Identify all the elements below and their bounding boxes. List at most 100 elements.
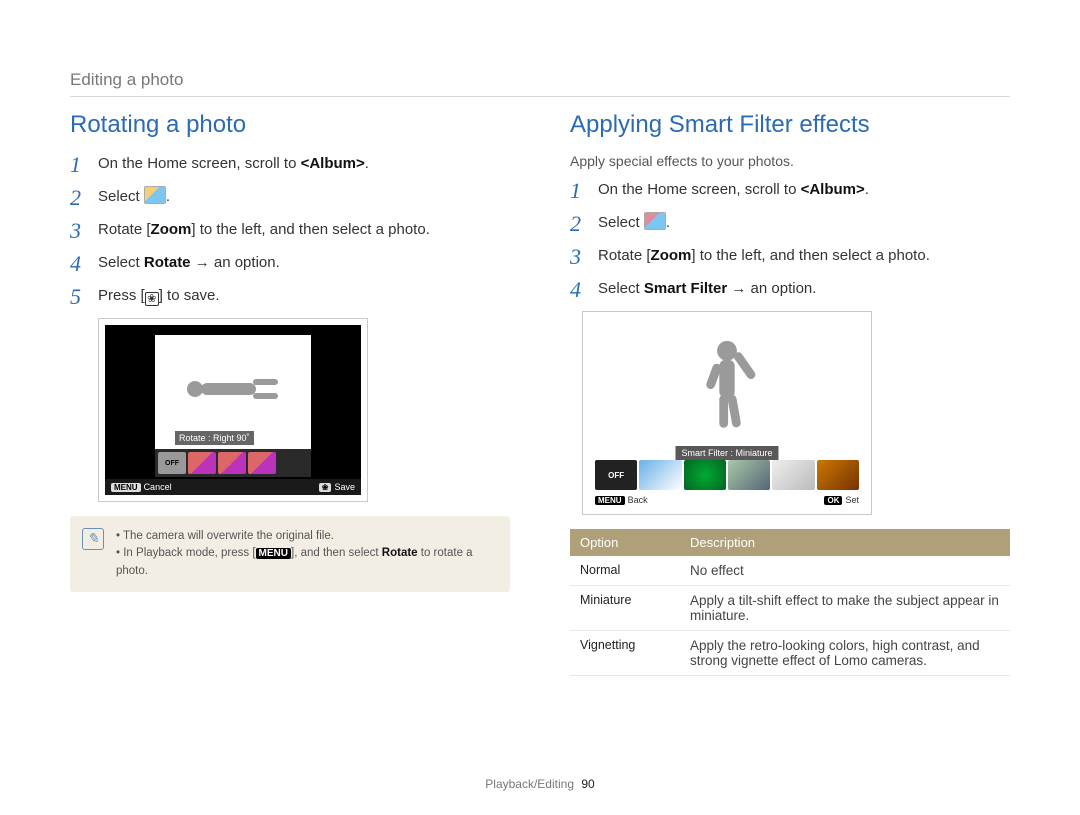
step-text: Select bbox=[598, 214, 644, 231]
note-item: The camera will overwrite the original f… bbox=[116, 528, 496, 545]
rotate-screenshot: Rotate : Right 90˚ OFF MENUCancel ❀Save bbox=[98, 318, 368, 502]
step-5: 5 Press [❀] to save. bbox=[70, 285, 510, 306]
camera-footer-bar: MENUCancel ❀Save bbox=[105, 479, 361, 495]
right-column: Applying Smart Filter effects Apply spec… bbox=[570, 111, 1010, 676]
step-text: Rotate [ bbox=[98, 221, 151, 238]
set-hint: OKSet bbox=[824, 495, 859, 505]
step-number: 1 bbox=[570, 176, 592, 207]
note-box: ✎ The camera will overwrite the original… bbox=[70, 516, 510, 592]
table-row: Miniature Apply a tilt-shift effect to m… bbox=[570, 586, 1010, 631]
step-number: 3 bbox=[570, 242, 592, 273]
step-text-tail: . bbox=[865, 181, 869, 198]
manual-page: Editing a photo Rotating a photo 1 On th… bbox=[0, 0, 1080, 815]
left-column: Rotating a photo 1 On the Home screen, s… bbox=[70, 111, 510, 676]
filter-option-thumb bbox=[684, 460, 726, 490]
step-3: 3 Rotate [Zoom] to the left, and then se… bbox=[70, 219, 510, 240]
menu-button-icon: MENU bbox=[595, 496, 625, 505]
breadcrumb: Editing a photo bbox=[70, 70, 1010, 97]
back-label: Back bbox=[628, 495, 648, 505]
step-text: On the Home screen, scroll to bbox=[98, 155, 301, 172]
step-number: 2 bbox=[70, 183, 92, 214]
step-text: On the Home screen, scroll to bbox=[598, 181, 801, 198]
step-text-tail: ] to save. bbox=[159, 287, 220, 304]
step-text-tail: ] to the left, and then select a photo. bbox=[691, 247, 930, 264]
cancel-label: Cancel bbox=[144, 482, 172, 492]
step-3: 3 Rotate [Zoom] to the left, and then se… bbox=[570, 245, 1010, 266]
col-header-description: Description bbox=[680, 529, 1010, 556]
filter-thumb-strip: OFF bbox=[595, 460, 859, 490]
rotate-thumb-strip: OFF bbox=[155, 449, 311, 477]
step-number: 4 bbox=[570, 275, 592, 306]
rotate-keyword: Rotate bbox=[144, 254, 191, 271]
step-number: 3 bbox=[70, 216, 92, 247]
step-text-tail: → an option. bbox=[727, 280, 816, 297]
note-item: In Playback mode, press [MENU], and then… bbox=[116, 545, 496, 580]
filter-option-thumb bbox=[728, 460, 770, 490]
step-number: 2 bbox=[570, 209, 592, 240]
zoom-keyword: Zoom bbox=[651, 247, 692, 264]
filter-option-off: OFF bbox=[595, 460, 637, 490]
set-label: Set bbox=[845, 495, 859, 505]
person-lying-silhouette-icon bbox=[183, 369, 283, 409]
photo-edit-icon bbox=[144, 186, 166, 204]
note-text: In Playback mode, press [ bbox=[123, 547, 255, 559]
camera-footer-bar: MENUBack OKSet bbox=[589, 492, 865, 508]
rotate-keyword: Rotate bbox=[382, 547, 418, 559]
step-text-tail: ] to the left, and then select a photo. bbox=[191, 221, 430, 238]
note-text: ], and then select bbox=[291, 547, 382, 559]
smart-filter-keyword: Smart Filter bbox=[644, 280, 727, 297]
step-text: Rotate [ bbox=[598, 247, 651, 264]
option-name: Miniature bbox=[570, 586, 680, 631]
step-text: Select bbox=[98, 188, 144, 205]
macro-button-icon: ❀ bbox=[145, 292, 159, 306]
option-name: Normal bbox=[570, 556, 680, 586]
rotate-option-off: OFF bbox=[158, 452, 186, 474]
intro-text: Apply special effects to your photos. bbox=[570, 153, 1010, 169]
person-reaching-silhouette-icon bbox=[672, 326, 782, 446]
step-text: Press [ bbox=[98, 287, 145, 304]
option-desc: Apply the retro-looking colors, high con… bbox=[680, 631, 1010, 676]
heading-smart-filter: Applying Smart Filter effects bbox=[570, 111, 1010, 139]
page-number: 90 bbox=[581, 777, 594, 791]
step-text: Select bbox=[598, 280, 644, 297]
heading-rotating: Rotating a photo bbox=[70, 111, 510, 139]
rotate-option-thumb bbox=[188, 452, 216, 474]
menu-button-icon: MENU bbox=[111, 483, 141, 492]
smart-filter-screenshot: Smart Filter : Miniature OFF MENUBack OK… bbox=[582, 311, 872, 515]
album-keyword: <Album> bbox=[801, 181, 865, 198]
footer-section: Playback/Editing bbox=[485, 777, 574, 791]
step-4: 4 Select Rotate → an option. bbox=[70, 252, 510, 273]
option-name: Vignetting bbox=[570, 631, 680, 676]
album-keyword: <Album> bbox=[301, 155, 365, 172]
cancel-hint: MENUCancel bbox=[111, 482, 172, 492]
step-number: 5 bbox=[70, 282, 92, 313]
filter-option-thumb bbox=[772, 460, 814, 490]
menu-button-icon: MENU bbox=[256, 548, 291, 559]
step-1: 1 On the Home screen, scroll to <Album>. bbox=[570, 179, 1010, 200]
zoom-keyword: Zoom bbox=[151, 221, 192, 238]
step-text: Select bbox=[98, 254, 144, 271]
step-4: 4 Select Smart Filter → an option. bbox=[570, 278, 1010, 299]
table-row: Vignetting Apply the retro-looking color… bbox=[570, 631, 1010, 676]
note-list: The camera will overwrite the original f… bbox=[116, 528, 496, 580]
col-header-option: Option bbox=[570, 529, 680, 556]
smart-filter-steps: 1 On the Home screen, scroll to <Album>.… bbox=[570, 179, 1010, 299]
filter-option-thumb bbox=[639, 460, 681, 490]
filter-option-thumb bbox=[817, 460, 859, 490]
photo-edit-icon bbox=[644, 212, 666, 230]
step-text-tail: . bbox=[666, 214, 670, 231]
step-2: 2 Select . bbox=[70, 186, 510, 207]
step-number: 1 bbox=[70, 150, 92, 181]
camera-screen: Rotate : Right 90˚ OFF MENUCancel ❀Save bbox=[105, 325, 361, 495]
option-desc: No effect bbox=[680, 556, 1010, 586]
smart-filter-option-label: Smart Filter : Miniature bbox=[675, 446, 778, 460]
step-text-tail: . bbox=[365, 155, 369, 172]
back-hint: MENUBack bbox=[595, 495, 648, 505]
macro-button-icon: ❀ bbox=[319, 483, 332, 492]
step-text-tail: . bbox=[166, 188, 170, 205]
rotate-option-label: Rotate : Right 90˚ bbox=[175, 431, 254, 445]
save-label: Save bbox=[334, 482, 355, 492]
option-desc: Apply a tilt-shift effect to make the su… bbox=[680, 586, 1010, 631]
step-text-tail: → an option. bbox=[191, 254, 280, 271]
rotating-steps: 1 On the Home screen, scroll to <Album>.… bbox=[70, 153, 510, 306]
